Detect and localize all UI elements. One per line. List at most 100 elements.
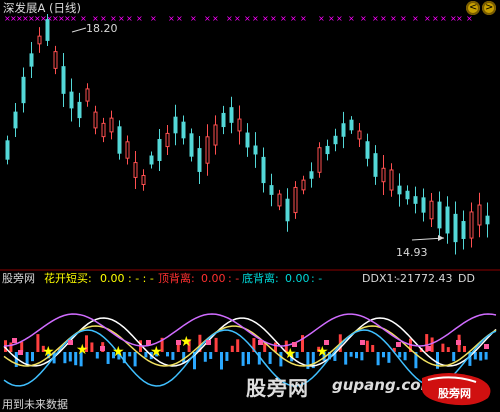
ddx-bar [403, 352, 407, 361]
candle-body [69, 91, 74, 109]
candle-body [245, 132, 250, 148]
indicator-label-1: 花开短买: [44, 272, 92, 285]
candle-body [77, 101, 82, 119]
ddx-label: DDX1: [362, 272, 398, 285]
candle-body [365, 141, 370, 159]
candlesticks [5, 14, 490, 255]
ddx-bar [220, 352, 223, 370]
ddx-bar [214, 337, 218, 352]
marker-x-icon: × [280, 14, 287, 23]
candle-body [133, 162, 138, 178]
signal-star-icon: ★ [180, 334, 193, 350]
marker-x-icon: × [118, 14, 125, 23]
candle-body [397, 185, 402, 195]
ddx-bar [144, 352, 148, 358]
marker-x-icon: × [212, 14, 219, 23]
signal-dot-icon [100, 346, 105, 351]
high-price-label: 18.20 [86, 22, 118, 35]
marker-x-icon: × [136, 14, 143, 23]
marker-x-icon: × [244, 14, 251, 23]
candle-body [45, 19, 50, 41]
candle-body [29, 53, 34, 67]
candle-body [85, 88, 90, 102]
low-arrow-head [438, 235, 444, 241]
ddx-bar [95, 352, 99, 359]
candle-body [157, 139, 162, 161]
candle-body [277, 193, 282, 207]
window-title: 深发展A (日线) [3, 1, 81, 15]
ddx-bar [247, 352, 250, 365]
marker-x-icon: × [348, 14, 355, 23]
candle-body [453, 213, 458, 243]
ddx-bar [452, 352, 456, 362]
next-button[interactable]: > [482, 1, 496, 15]
candle-body [173, 116, 178, 134]
candle-body [165, 132, 170, 148]
ddx-bar [371, 344, 375, 352]
marker-x-icon: × [336, 14, 343, 23]
candle-body [301, 179, 306, 191]
ddx-bar [430, 337, 434, 352]
marker-x-icon: × [372, 14, 379, 23]
signal-dot-icon [456, 340, 461, 345]
candle-body [197, 148, 202, 172]
candle-body [221, 112, 226, 128]
marker-x-icon: × [380, 14, 387, 23]
marker-x-icon: × [150, 14, 157, 23]
marker-x-icon: × [252, 14, 259, 23]
indicator-label-2: 顶背离: [158, 272, 195, 285]
marker-x-icon: × [360, 14, 367, 23]
low-price-label: 14.93 [396, 246, 428, 259]
indicator-extra-1: : - : - [128, 272, 154, 285]
candle-body [309, 171, 314, 179]
price-chart[interactable]: × × × × × × × × × × × × × × × × × × × × × × × × × × × × × × × × × × × × × × × ×… [0, 0, 500, 411]
marker-x-icon: × [440, 14, 447, 23]
prev-button[interactable]: < [466, 1, 480, 15]
candle-body [117, 126, 122, 154]
nav-buttons: < > [466, 1, 496, 15]
function-note: 用到未来数据 [2, 398, 68, 411]
signal-star-icon: ★ [76, 342, 89, 358]
indicator-value-3: 0.00 [285, 272, 310, 285]
high-arrow [71, 27, 87, 33]
candle-body [373, 153, 378, 177]
ddx-bar [484, 352, 488, 360]
ddx-value: -21772.43 [396, 272, 453, 285]
candle-body [53, 51, 58, 69]
ddx-bar [209, 352, 213, 359]
ddx-bar [90, 342, 94, 352]
candle-body [13, 111, 18, 129]
ddx-bar [171, 352, 175, 360]
signal-star-icon: ★ [284, 346, 297, 362]
marker-x-icon: × [226, 14, 233, 23]
marker-x-icon: × [466, 14, 473, 23]
ddx-bar [263, 343, 267, 352]
marker-x-icon: × [300, 14, 307, 23]
candle-body [101, 122, 106, 138]
signal-dot-icon [396, 342, 401, 347]
marker-x-icon: × [456, 14, 463, 23]
ddx-bar [382, 352, 385, 358]
indicator-name[interactable]: 股旁网 [2, 272, 35, 286]
ddx-bar [241, 352, 245, 366]
marker-x-icon: × [262, 14, 269, 23]
candle-body [333, 135, 338, 145]
candle-body [349, 119, 354, 131]
candle-body [285, 198, 290, 222]
ddx-bar [106, 352, 110, 364]
ddx-bar [133, 352, 137, 367]
candle-body [61, 66, 66, 94]
signal-dot-icon [18, 350, 23, 355]
marker-x-icon: × [270, 14, 277, 23]
signal-dot-icon [484, 344, 489, 349]
candle-body [445, 206, 450, 234]
ddx-bar [344, 352, 348, 365]
signal-dot-icon [292, 342, 297, 347]
ddx-bar [360, 352, 364, 361]
chart-window: × × × × × × × × × × × × × × × × × × × × × × × × × × × × × × × × × × × × × × × ×… [0, 0, 500, 411]
signal-markers-row: × × × × × × × × × × × × × × × × × × × × × × × × × × × × × × × × × × × × × × × ×… [4, 14, 473, 23]
candle-body [237, 118, 242, 132]
candle-body [125, 141, 130, 159]
signal-dot-icon [258, 340, 263, 345]
signal-dot-icon [360, 340, 365, 345]
